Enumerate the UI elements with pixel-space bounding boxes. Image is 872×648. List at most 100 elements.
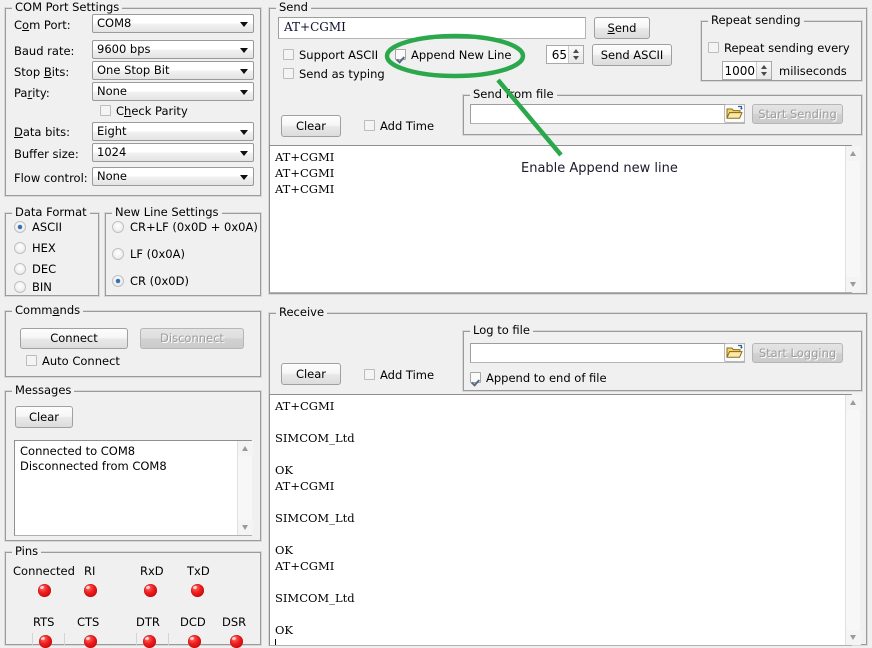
chevron-down-icon bbox=[240, 130, 248, 135]
data-format-option-ascii[interactable]: ASCII bbox=[14, 221, 62, 234]
option-label: CR+LF (0x0D + 0x0A) bbox=[130, 220, 258, 234]
com-port-value: COM8 bbox=[97, 16, 131, 30]
messages-log-text: Connected to COM8 Disconnected from COM8 bbox=[20, 444, 167, 473]
scroll-up-icon[interactable] bbox=[846, 395, 861, 410]
scroll-up-icon[interactable] bbox=[238, 441, 253, 456]
flow-control-value: None bbox=[97, 169, 127, 183]
chevron-down-icon bbox=[240, 175, 248, 180]
data-bits-value: Eight bbox=[97, 124, 127, 138]
pin-led-txd bbox=[191, 584, 204, 597]
repeat-interval-value: 1000 bbox=[724, 64, 755, 78]
support-ascii-checkbox[interactable]: Support ASCII bbox=[283, 49, 378, 62]
receive-add-time-checkbox[interactable]: Add Time bbox=[364, 369, 434, 382]
data-format-caption: Data Format bbox=[12, 206, 90, 218]
data-format-option-dec[interactable]: DEC bbox=[14, 263, 56, 276]
auto-connect-label: Auto Connect bbox=[42, 354, 120, 368]
scroll-up-icon[interactable] bbox=[846, 146, 861, 161]
receive-clear-button[interactable]: Clear bbox=[281, 363, 341, 385]
pin-label-rts: RTS bbox=[33, 616, 54, 629]
new-line-option-lf[interactable]: LF (0x0A) bbox=[112, 248, 185, 261]
receive-log[interactable]: AT+CGMI SIMCOM_Ltd OK AT+CGMI SIMCOM_Ltd… bbox=[269, 394, 852, 646]
buffer-size-combo[interactable]: 1024 bbox=[92, 143, 254, 162]
send-command-input[interactable]: AT+CGMI bbox=[278, 17, 586, 39]
chevron-down-icon bbox=[240, 22, 248, 27]
send-add-time-checkbox[interactable]: Add Time bbox=[364, 120, 434, 133]
connect-button[interactable]: Connect bbox=[20, 328, 128, 349]
baud-rate-value: 9600 bps bbox=[97, 42, 151, 56]
auto-connect-checkbox[interactable]: Auto Connect bbox=[26, 355, 120, 368]
ascii-code-spinner[interactable]: 65 bbox=[546, 45, 584, 64]
receive-add-time-label: Add Time bbox=[380, 368, 434, 382]
data-format-option-hex[interactable]: HEX bbox=[14, 242, 56, 255]
checkbox-box bbox=[364, 120, 375, 131]
text-caret bbox=[275, 639, 276, 646]
send-ascii-button[interactable]: Send ASCII bbox=[592, 44, 672, 66]
com-port-combo[interactable]: COM8 bbox=[92, 14, 254, 33]
scroll-down-icon[interactable] bbox=[238, 520, 253, 535]
radio-circle bbox=[14, 242, 26, 254]
serial-terminal-window: COM Port Settings Com Port: COM8 Baud ra… bbox=[0, 0, 872, 646]
receive-log-scrollbar[interactable] bbox=[845, 395, 860, 645]
repeat-interval-spinner[interactable]: 1000 bbox=[722, 61, 772, 80]
send-log-text: AT+CGMI AT+CGMI AT+CGMI bbox=[275, 150, 334, 196]
start-logging-button[interactable]: Start Logging bbox=[752, 343, 843, 363]
append-to-end-of-file-checkbox[interactable]: Append to end of file bbox=[470, 372, 607, 385]
checkbox-box bbox=[26, 355, 37, 366]
spinner-arrows-icon[interactable] bbox=[756, 62, 771, 79]
data-bits-combo[interactable]: Eight bbox=[92, 122, 254, 141]
scroll-down-icon[interactable] bbox=[846, 630, 861, 645]
open-folder-icon[interactable] bbox=[724, 343, 745, 362]
data-format-option-bin[interactable]: BIN bbox=[14, 281, 52, 294]
new-line-option-cr[interactable]: CR (0x0D) bbox=[112, 275, 189, 288]
receive-log-text: AT+CGMI SIMCOM_Ltd OK AT+CGMI SIMCOM_Ltd… bbox=[275, 399, 355, 637]
checkbox-box bbox=[708, 42, 719, 53]
send-caption: Send bbox=[276, 1, 311, 13]
chevron-down-icon bbox=[240, 90, 248, 95]
data-bits-label: Data bits: bbox=[14, 126, 70, 139]
flow-control-combo[interactable]: None bbox=[92, 167, 254, 186]
pin-led-dcd bbox=[188, 635, 201, 648]
messages-log[interactable]: Connected to COM8 Disconnected from COM8 bbox=[14, 440, 252, 536]
append-end-label: Append to end of file bbox=[486, 371, 607, 385]
send-as-typing-checkbox[interactable]: Send as typing bbox=[283, 68, 385, 81]
repeat-sending-checkbox[interactable]: Repeat sending every bbox=[708, 42, 850, 55]
option-label: ASCII bbox=[32, 220, 62, 234]
send-clear-button[interactable]: Clear bbox=[281, 115, 341, 137]
stop-bits-combo[interactable]: One Stop Bit bbox=[92, 61, 254, 80]
radio-circle bbox=[14, 281, 26, 293]
checkbox-box bbox=[364, 369, 375, 380]
radio-circle bbox=[112, 275, 124, 287]
chevron-down-icon bbox=[240, 48, 248, 53]
stop-bits-value: One Stop Bit bbox=[97, 63, 169, 77]
open-folder-icon[interactable] bbox=[724, 104, 745, 123]
option-label: LF (0x0A) bbox=[130, 247, 185, 261]
send-from-file-input[interactable] bbox=[470, 104, 745, 124]
open-folder-glyph bbox=[725, 344, 744, 361]
append-new-line-checkbox[interactable]: Append New Line bbox=[395, 49, 512, 62]
option-label: HEX bbox=[32, 241, 56, 255]
parity-value: None bbox=[97, 84, 127, 98]
new-line-option-crlf[interactable]: CR+LF (0x0D + 0x0A) bbox=[112, 221, 258, 234]
baud-rate-label: Baud rate: bbox=[14, 45, 74, 58]
send-button[interactable]: Send bbox=[594, 17, 650, 39]
disconnect-button[interactable]: Disconnect bbox=[140, 328, 244, 349]
pin-label-dsr: DSR bbox=[222, 616, 246, 629]
radio-circle bbox=[112, 248, 124, 260]
spinner-arrows-icon[interactable] bbox=[568, 46, 583, 63]
scroll-down-icon[interactable] bbox=[846, 277, 861, 292]
parity-combo[interactable]: None bbox=[92, 82, 254, 101]
start-sending-button[interactable]: Start Sending bbox=[752, 104, 843, 124]
parity-label: Parity: bbox=[14, 87, 50, 100]
send-log-scrollbar[interactable] bbox=[845, 146, 860, 292]
com-port-label: Com Port: bbox=[14, 19, 71, 32]
baud-rate-combo[interactable]: 9600 bps bbox=[92, 40, 254, 59]
pins-caption: Pins bbox=[12, 545, 41, 557]
messages-scrollbar[interactable] bbox=[237, 441, 252, 535]
radio-circle bbox=[112, 221, 124, 233]
open-folder-glyph bbox=[725, 105, 744, 122]
checkbox-box bbox=[395, 49, 406, 60]
log-to-file-input[interactable] bbox=[470, 343, 745, 363]
check-parity-checkbox[interactable]: Check Parity bbox=[100, 105, 188, 118]
messages-clear-button[interactable]: Clear bbox=[15, 406, 73, 428]
checkbox-box bbox=[283, 49, 294, 60]
